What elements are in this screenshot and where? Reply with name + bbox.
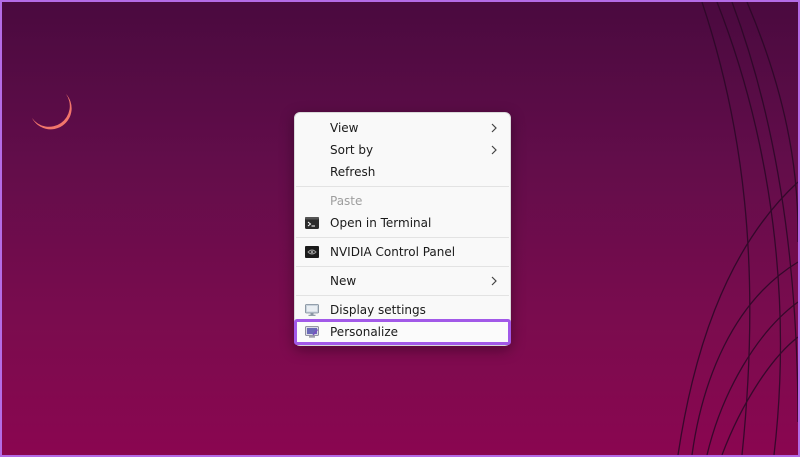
menu-item-sort-by[interactable]: Sort by — [295, 139, 510, 161]
menu-item-label: New — [330, 274, 357, 288]
menu-item-label: NVIDIA Control Panel — [330, 245, 456, 259]
menu-item-label: Display settings — [330, 303, 426, 317]
menu-item-open-in-terminal[interactable]: Open in Terminal — [295, 212, 510, 234]
nvidia-icon — [305, 246, 319, 258]
chevron-right-icon — [491, 276, 497, 286]
moon-icon[interactable] — [28, 90, 78, 140]
menu-separator — [296, 186, 509, 187]
menu-item-view[interactable]: View — [295, 117, 510, 139]
menu-item-display-settings[interactable]: Display settings — [295, 299, 510, 321]
menu-item-paste: Paste — [295, 190, 510, 212]
menu-item-new[interactable]: New — [295, 270, 510, 292]
menu-item-label: Sort by — [330, 143, 374, 157]
chevron-right-icon — [491, 123, 497, 133]
terminal-icon — [305, 217, 319, 229]
menu-item-label: Paste — [330, 194, 363, 208]
chevron-right-icon — [491, 145, 497, 155]
menu-separator — [296, 266, 509, 267]
menu-item-label: Open in Terminal — [330, 216, 432, 230]
desktop-context-menu: View Sort by Refresh Paste Open in Termi… — [294, 112, 511, 346]
menu-item-personalize[interactable]: Personalize — [294, 319, 511, 345]
personalize-icon — [305, 326, 319, 338]
menu-item-label: View — [330, 121, 359, 135]
menu-item-refresh[interactable]: Refresh — [295, 161, 510, 183]
display-icon — [305, 304, 319, 316]
menu-item-label: Personalize — [330, 325, 399, 339]
menu-separator — [296, 237, 509, 238]
menu-item-nvidia-control-panel[interactable]: NVIDIA Control Panel — [295, 241, 510, 263]
menu-item-label: Refresh — [330, 165, 376, 179]
desktop[interactable]: View Sort by Refresh Paste Open in Termi… — [0, 0, 800, 457]
menu-separator — [296, 295, 509, 296]
